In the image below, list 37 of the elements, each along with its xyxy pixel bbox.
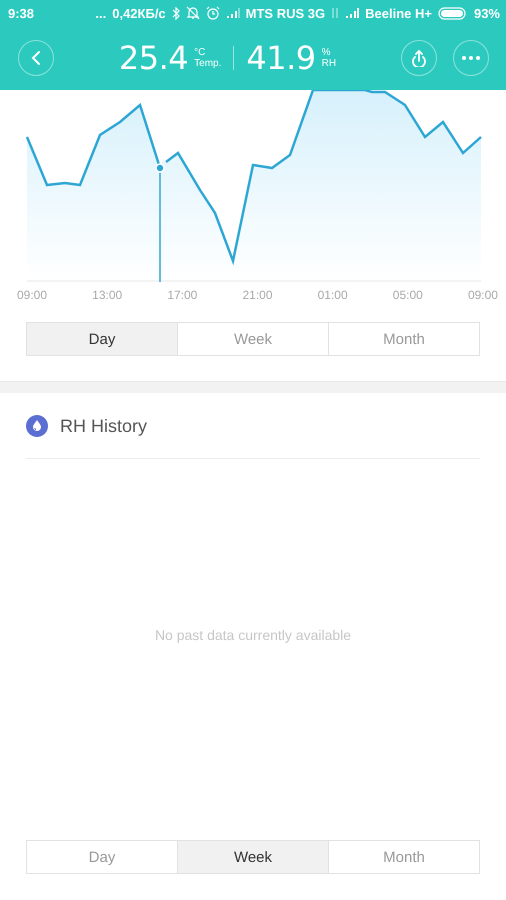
- water-drop-icon: [26, 415, 48, 437]
- reading-unit: %: [322, 47, 332, 58]
- carrier-name: MTS RUS 3G: [246, 6, 326, 20]
- back-chevron-icon: [30, 50, 42, 66]
- reading-value: 25.4: [118, 39, 188, 77]
- battery-icon: [438, 6, 468, 20]
- reading-unit: °C: [194, 47, 206, 58]
- alarm-icon: [206, 6, 220, 20]
- range-tab[interactable]: Day: [27, 323, 177, 355]
- data-arrows-icon: [331, 7, 340, 19]
- time-axis-label: 09:00: [17, 288, 48, 302]
- share-icon: [410, 49, 428, 67]
- time-axis-label: 09:00: [468, 288, 498, 302]
- notification-dots: ...: [95, 6, 106, 20]
- bluetooth-icon: [172, 6, 180, 20]
- battery-level: 93%: [474, 6, 500, 20]
- signal-icon: [345, 8, 360, 18]
- carrier-name: Beeline H+: [365, 6, 432, 20]
- more-dots-icon: [462, 56, 480, 60]
- time-axis-label: 05:00: [392, 288, 423, 302]
- reading-label: Temp.: [194, 58, 222, 69]
- range-tab[interactable]: Week: [177, 841, 328, 873]
- share-button[interactable]: [401, 40, 437, 76]
- back-button[interactable]: [18, 40, 54, 76]
- section-title: RH History: [60, 416, 148, 436]
- reading-value: 41.9: [246, 39, 316, 77]
- time-axis-label: 21:00: [242, 288, 272, 302]
- signal-icon: [226, 8, 240, 18]
- network-speed: 0,42КБ/с: [112, 6, 166, 20]
- time-axis-label: 17:00: [167, 288, 198, 302]
- empty-message: No past data currently available: [154, 626, 352, 642]
- more-button[interactable]: [453, 40, 489, 76]
- clock: 9:38: [8, 6, 34, 20]
- time-axis-label: 13:00: [92, 288, 122, 302]
- bell-off-icon: [186, 6, 200, 20]
- reading-label: RH: [322, 58, 336, 69]
- time-axis-label: 01:00: [318, 288, 348, 302]
